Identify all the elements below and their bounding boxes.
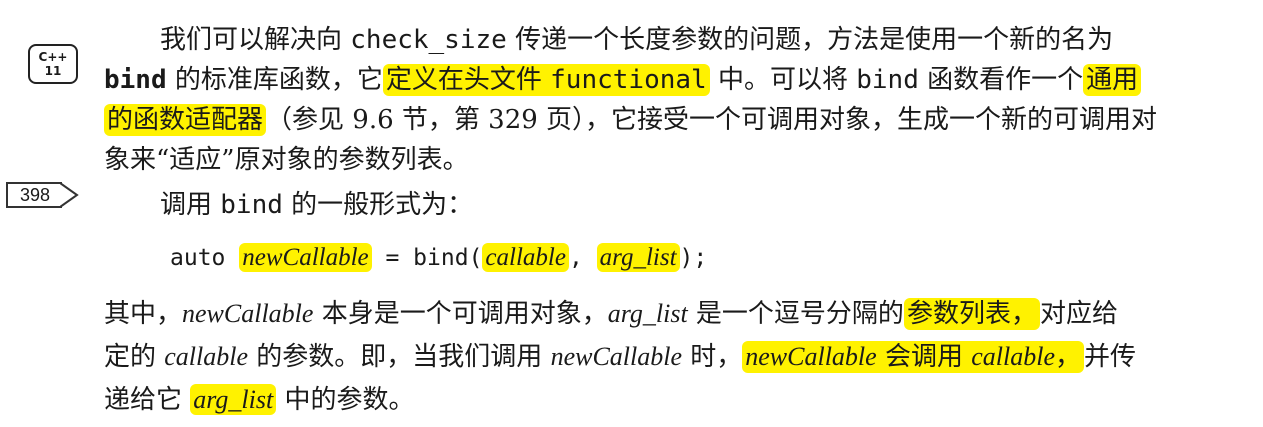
highlight: 通用 — [1083, 64, 1142, 96]
inline-code-bold: bind — [104, 65, 167, 95]
highlight: newCallable — [239, 243, 372, 272]
paragraph1-line3: 的函数适配器 （参见 9.6 节，第 329 页），它接受一个可调用对象，生成一个… — [104, 100, 1157, 140]
page-number: 398 — [6, 182, 62, 208]
paragraph2-line3: 递给它 arg_list 中的参数。 — [104, 384, 415, 415]
highlight: 参数列表， — [903, 298, 1040, 330]
inline-code: check_size — [350, 25, 507, 55]
cpp11-badge: C++ 11 — [28, 44, 78, 84]
highlight: 定义在头文件 functional — [382, 64, 710, 96]
highlight: arg_list — [190, 384, 277, 415]
paragraph2-line1: 其中，newCallable 本身是一个可调用对象，arg_list 是一个逗号… — [104, 298, 1118, 330]
badge-line2: 11 — [44, 64, 62, 78]
highlight: newCallable 会调用 callable， — [742, 341, 1085, 373]
general-form-line: 调用 bind 的一般形式为： — [160, 190, 474, 220]
highlight: callable — [482, 243, 569, 272]
highlight: arg_list — [596, 243, 680, 272]
paragraph2-line2: 定的 callable 的参数。即，当我们调用 newCallable 时， ne… — [104, 341, 1137, 373]
paragraph1-line2: bind 的标准库函数，它 定义在头文件 functional 中。可以将 bin… — [104, 60, 1142, 100]
code-example: auto newCallable = bind(callable, arg_li… — [170, 243, 708, 272]
paragraph1-line1: 我们可以解决向 check_size 传递一个长度参数的问题，方法是使用一个新的… — [160, 25, 1114, 55]
badge-line1: C++ — [38, 50, 68, 64]
page-marker-arrow-icon — [60, 182, 79, 208]
paragraph1-line4: 象来“适应”原对象的参数列表。 — [104, 145, 469, 175]
highlight: 的函数适配器 — [104, 104, 267, 136]
